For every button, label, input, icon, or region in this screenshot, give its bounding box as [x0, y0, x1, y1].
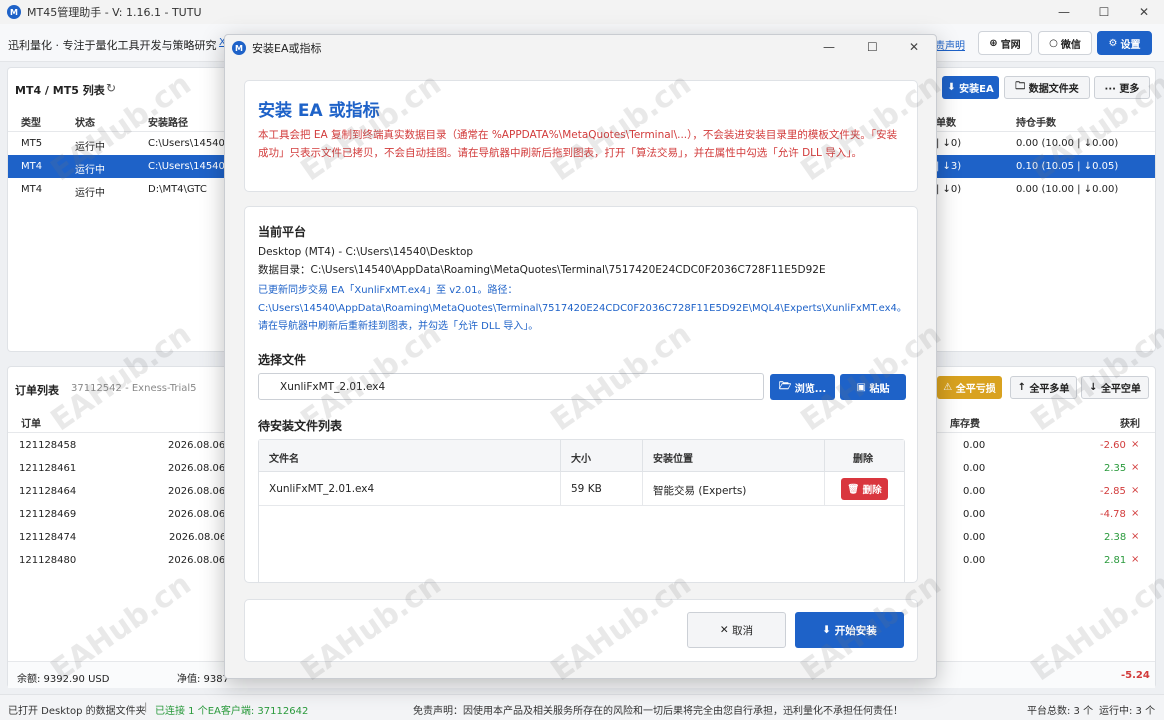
close-sell-button[interactable]: ↓ 全平空单 — [1081, 376, 1149, 399]
platform-path: Desktop (MT4) - C:\Users\14540\Desktop — [258, 246, 474, 258]
dialog-logo-icon: M — [232, 41, 246, 55]
col-status: 状态 — [75, 118, 95, 129]
col-count: 单数 — [936, 118, 956, 129]
terminal-list-title: MT4 / MT5 列表 — [15, 84, 105, 97]
dialog-title: 安装EA或指标 — [252, 42, 322, 55]
dialog-minimize-button[interactable]: — — [823, 40, 835, 54]
gear-icon: ⚙ — [1108, 37, 1118, 49]
chat-bubble-icon: ○ — [1049, 37, 1058, 49]
disclaimer-text: 免责声明：因使用本产品及相关服务所存在的风险和一切后果将完全由您自行承担，迅利量… — [413, 706, 903, 717]
data-folder-button[interactable]: 🗀 数据文件夹 — [1004, 76, 1090, 99]
delete-order-icon[interactable]: × — [1131, 531, 1139, 542]
close-x-icon: ✕ — [719, 624, 729, 636]
warning-icon: ⚠ — [943, 382, 953, 393]
browse-button[interactable]: 🗁 浏览... — [770, 374, 835, 400]
status-left: 已打开 Desktop 的数据文件夹 — [8, 706, 146, 717]
folder-open-icon: 🗁 — [778, 380, 792, 392]
notice-text: 本工具会把 EA 复制到终端真实数据目录（通常在 %APPDATA%\MetaQ… — [258, 129, 898, 159]
paste-button[interactable]: ▣ 粘贴 — [840, 374, 906, 400]
delete-file-button[interactable]: 🗑 删除 — [841, 478, 888, 500]
settings-button[interactable]: ⚙ 设置 — [1097, 31, 1152, 55]
download-icon: ⬇ — [947, 82, 956, 93]
total-profit-value: -5.24 — [1121, 670, 1150, 681]
col-swap: 库存费 — [950, 419, 980, 430]
delete-order-icon[interactable]: × — [1131, 508, 1139, 519]
more-button[interactable]: ··· 更多 — [1094, 76, 1150, 99]
close-button[interactable]: ✕ — [1124, 0, 1164, 24]
dialog-close-button[interactable]: ✕ — [909, 40, 919, 54]
sync-message: 已更新同步交易 EA「XunliFxMT.ex4」至 v2.01。路径：C:\U… — [258, 285, 907, 332]
order-list-title: 订单列表 — [15, 384, 59, 397]
col-path: 安装路径 — [148, 118, 188, 129]
disclaimer-link[interactable]: 责声明 — [935, 37, 965, 52]
install-form-card: 当前平台 Desktop (MT4) - C:\Users\14540\Desk… — [244, 206, 918, 583]
status-bar: 已打开 Desktop 的数据文件夹 | 已连接 1 个EA客户端: 37112… — [0, 694, 1164, 720]
save-icon: ▣ — [856, 381, 866, 393]
close-buy-button[interactable]: ↑ 全平多单 — [1010, 376, 1077, 399]
app-logo-icon: M — [7, 5, 21, 19]
minimize-button[interactable]: — — [1044, 0, 1084, 24]
file-list-table: 文件名 大小 安装位置 删除 XunliFxMT_2.01.ex4 59 KB … — [258, 439, 905, 582]
download-icon: ⬇ — [822, 624, 832, 636]
status-separator: | — [144, 702, 148, 713]
start-install-button[interactable]: ⬇ 开始安装 — [795, 612, 904, 648]
folder-icon: 🗀 — [1015, 81, 1026, 92]
trash-icon: 🗑 — [847, 483, 860, 495]
brand-slogan: 迅利量化 · 专注于量化工具开发与策略研究 — [8, 39, 217, 52]
cancel-button[interactable]: ✕ 取消 — [687, 612, 786, 648]
arrow-down-icon: ↓ — [1089, 382, 1098, 393]
col-order: 订单 — [21, 419, 41, 430]
file-row[interactable]: XunliFxMT_2.01.ex4 59 KB 智能交易 (Experts) … — [259, 472, 904, 506]
file-table-header: 文件名 大小 安装位置 删除 — [259, 440, 904, 472]
delete-order-icon[interactable]: × — [1131, 554, 1139, 565]
notice-card: 安装 EA 或指标 本工具会把 EA 复制到终端真实数据目录（通常在 %APPD… — [244, 80, 918, 192]
file-path-input[interactable]: XunliFxMT_2.01.ex4 — [258, 373, 764, 400]
col-type: 类型 — [21, 118, 41, 129]
dialog-maximize-button[interactable]: ☐ — [867, 40, 878, 54]
platform-total: 平台总数: 3 个 — [1027, 706, 1094, 717]
file-list-label: 待安装文件列表 — [258, 419, 343, 433]
arrow-up-icon: ↑ — [1017, 382, 1026, 393]
dialog-heading: 安装 EA 或指标 — [258, 101, 380, 121]
connection-status: 已连接 1 个EA客户端: 37112642 — [155, 706, 309, 717]
select-file-label: 选择文件 — [258, 353, 307, 367]
col-profit: 获利 — [1120, 419, 1140, 430]
install-ea-dialog: M 安装EA或指标 — ☐ ✕ 安装 EA 或指标 本工具会把 EA 复制到终端… — [224, 34, 937, 679]
install-ea-button[interactable]: ⬇ 安装EA — [942, 76, 999, 99]
dialog-footer: ✕ 取消 ⬇ 开始安装 — [244, 599, 918, 662]
globe-icon: ⊕ — [989, 37, 998, 49]
account-label: 37112542 - Exness-Trial5 — [71, 383, 197, 394]
data-directory: 数据目录：C:\Users\14540\AppData\Roaming\Meta… — [258, 264, 826, 276]
close-loss-button[interactable]: ⚠ 全平亏损 — [937, 376, 1002, 399]
delete-order-icon[interactable]: × — [1131, 439, 1139, 450]
maximize-button[interactable]: ☐ — [1084, 0, 1124, 24]
running-count: 运行中: 3 个 — [1099, 706, 1156, 717]
refresh-icon[interactable]: ↻ — [106, 81, 116, 95]
balance-value: 余额: 9392.90 USD — [17, 674, 110, 685]
wechat-button[interactable]: ○ 微信 — [1038, 31, 1092, 55]
delete-order-icon[interactable]: × — [1131, 462, 1139, 473]
official-site-button[interactable]: ⊕ 官网 — [978, 31, 1032, 55]
app-title: MT45管理助手 - V: 1.16.1 - TUTU — [27, 6, 202, 19]
delete-order-icon[interactable]: × — [1131, 485, 1139, 496]
platform-label: 当前平台 — [258, 225, 307, 239]
app-titlebar: M MT45管理助手 - V: 1.16.1 - TUTU — ☐ ✕ — [0, 0, 1164, 24]
equity-value: 净值: 9387 — [177, 674, 229, 685]
col-lots: 持仓手数 — [1016, 118, 1056, 129]
